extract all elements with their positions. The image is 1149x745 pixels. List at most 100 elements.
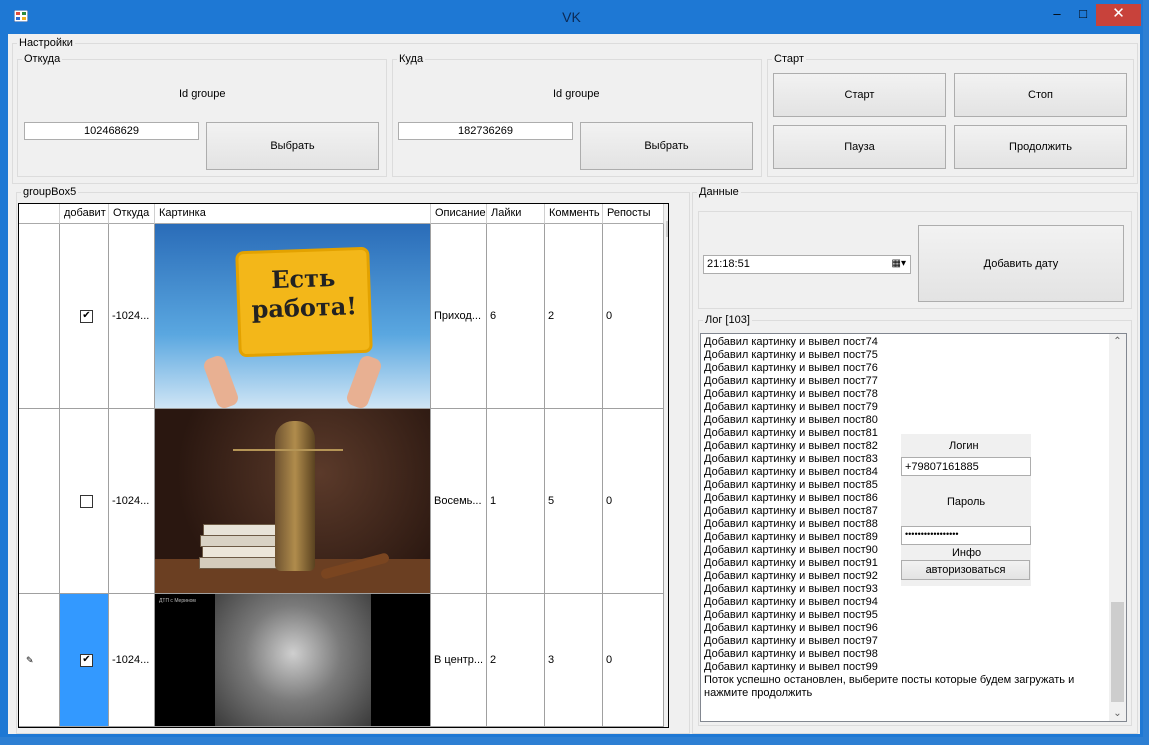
to-select-button[interactable]: Выбрать bbox=[580, 122, 753, 170]
start-title: Старт bbox=[774, 53, 804, 65]
job-sign: Есть работа! bbox=[235, 246, 373, 358]
add-date-button[interactable]: Добавить дату bbox=[918, 225, 1124, 302]
table-cell-from: -1024... bbox=[109, 409, 155, 594]
row-checkbox[interactable]: ✔ bbox=[80, 309, 93, 323]
grid-group-title: groupBox5 bbox=[23, 186, 77, 198]
log-line: Добавил картинку и вывел пост96 bbox=[704, 622, 878, 634]
log-line: Добавил картинку и вывел пост78 bbox=[704, 388, 878, 400]
edit-pencil-icon: ✎ bbox=[26, 654, 34, 665]
from-id-label: Id groupe bbox=[179, 88, 226, 100]
log-scroll-thumb[interactable] bbox=[1111, 602, 1124, 702]
image-caption: ДТП с Мерином bbox=[159, 598, 196, 604]
pause-button[interactable]: Пауза bbox=[773, 125, 946, 169]
to-id-input[interactable] bbox=[398, 122, 573, 140]
table-cell-likes: 1 bbox=[487, 409, 545, 594]
book-4 bbox=[199, 557, 283, 569]
time-value: 21:18:51 bbox=[707, 258, 750, 270]
grid-vertical-scrollbar[interactable]: ▲ ▼ bbox=[664, 204, 669, 727]
scroll-up-icon[interactable]: ▲ bbox=[664, 206, 669, 217]
table-cell-reposts: 0 bbox=[603, 594, 664, 727]
column-header-description[interactable]: Описание bbox=[431, 204, 487, 224]
hand-left bbox=[201, 353, 241, 408]
scroll-up-icon[interactable]: ⌃ bbox=[1109, 336, 1126, 347]
column-header-image[interactable]: Картинка bbox=[155, 204, 431, 224]
scroll-down-icon[interactable]: ⌄ bbox=[1109, 708, 1126, 719]
column-header-from[interactable]: Откуда bbox=[109, 204, 155, 224]
log-line: Добавил картинку и вывел пост97 bbox=[704, 635, 878, 647]
log-title: Лог [103] bbox=[705, 314, 750, 326]
row-checkbox[interactable]: ✔ bbox=[80, 653, 93, 667]
grid-scroll-thumb[interactable] bbox=[666, 221, 668, 237]
column-header-likes[interactable]: Лайки bbox=[487, 204, 545, 224]
scales-beam bbox=[233, 449, 343, 451]
log-line: нажмите продолжить bbox=[704, 687, 813, 699]
row-header[interactable] bbox=[19, 224, 60, 409]
auth-panel: Логин Пароль ••••••••••••••••• Инфо авто… bbox=[901, 434, 1031, 586]
row-checkbox[interactable] bbox=[80, 494, 93, 508]
job-sign-line1: Есть bbox=[270, 262, 336, 295]
table-cell-add[interactable] bbox=[60, 409, 109, 594]
log-line: Добавил картинку и вывел пост99 bbox=[704, 661, 878, 673]
to-title: Куда bbox=[399, 53, 424, 65]
table-cell-likes: 6 bbox=[487, 224, 545, 409]
job-sign-line2: работа! bbox=[251, 291, 358, 324]
table-cell-add[interactable]: ✔ bbox=[60, 594, 109, 727]
stop-button[interactable]: Стоп bbox=[954, 73, 1127, 117]
info-label: Инфо bbox=[952, 547, 982, 559]
post-image-job: Есть работа! bbox=[155, 224, 430, 408]
column-header-add[interactable]: добавит bbox=[60, 204, 109, 224]
post-image-crash: ДТП с Мерином bbox=[155, 594, 430, 726]
data-title: Данные bbox=[699, 186, 739, 198]
table-cell-reposts: 0 bbox=[603, 224, 664, 409]
log-line: Добавил картинку и вывел пост79 bbox=[704, 401, 878, 413]
log-line: Поток успешно остановлен, выберите посты… bbox=[704, 674, 1075, 686]
from-title: Откуда bbox=[24, 53, 61, 65]
table-cell-comments: 2 bbox=[545, 224, 603, 409]
themis-statue bbox=[275, 421, 315, 571]
authorize-button[interactable]: авторизоваться bbox=[901, 560, 1030, 580]
column-header-comments[interactable]: Комменть bbox=[545, 204, 603, 224]
minimize-button[interactable]: – bbox=[1044, 4, 1070, 26]
log-line: Добавил картинку и вывел пост75 bbox=[704, 349, 878, 361]
window-title: VK bbox=[562, 9, 581, 25]
maximize-button[interactable]: □ bbox=[1070, 4, 1096, 26]
login-input[interactable] bbox=[901, 457, 1031, 476]
log-vertical-scrollbar[interactable]: ⌃ ⌄ bbox=[1109, 334, 1126, 721]
table-cell-from: -1024... bbox=[109, 594, 155, 727]
column-header-reposts[interactable]: Репосты bbox=[603, 204, 664, 224]
time-picker[interactable]: 21:18:51 ▦▾ bbox=[703, 255, 911, 274]
row-header[interactable]: ✎ bbox=[19, 594, 60, 727]
row-header-corner bbox=[19, 204, 60, 224]
title-bar[interactable]: VK – □ ✕ bbox=[0, 0, 1143, 34]
calendar-dropdown-icon[interactable]: ▦▾ bbox=[892, 256, 906, 272]
table-cell-add[interactable]: ✔ bbox=[60, 224, 109, 409]
resume-button[interactable]: Продолжить bbox=[954, 125, 1127, 169]
table-cell-from: -1024... bbox=[109, 224, 155, 409]
log-line: Добавил картинку и вывел пост80 bbox=[704, 414, 878, 426]
log-line: Добавил картинку и вывел пост98 bbox=[704, 648, 878, 660]
crash-frame bbox=[215, 594, 371, 726]
posts-grid[interactable]: добавит Откуда Картинка Описание Лайки К… bbox=[18, 203, 669, 728]
scroll-down-icon[interactable]: ▼ bbox=[664, 714, 669, 725]
start-button[interactable]: Старт bbox=[773, 73, 946, 117]
table-cell-description: В центр... bbox=[431, 594, 487, 727]
close-button[interactable]: ✕ bbox=[1096, 4, 1141, 26]
password-input[interactable]: ••••••••••••••••• bbox=[901, 526, 1031, 545]
table-cell-image: Есть работа! bbox=[155, 224, 431, 409]
login-label: Логин bbox=[949, 440, 979, 452]
password-label: Пароль bbox=[947, 496, 986, 508]
settings-title: Настройки bbox=[19, 37, 73, 49]
from-id-input[interactable] bbox=[24, 122, 199, 140]
table-cell-comments: 3 bbox=[545, 594, 603, 727]
client-area: Настройки Откуда Id groupe Выбрать Куда … bbox=[8, 34, 1140, 734]
table-cell-reposts: 0 bbox=[603, 409, 664, 594]
row-header[interactable] bbox=[19, 409, 60, 594]
log-line: Добавил картинку и вывел пост76 bbox=[704, 362, 878, 374]
hand-right bbox=[344, 353, 384, 408]
main-window: VK – □ ✕ Настройки Откуда Id groupe Выбр… bbox=[0, 0, 1143, 737]
post-image-justice bbox=[155, 409, 430, 593]
table-cell-image: ДТП с Мерином bbox=[155, 594, 431, 727]
table-cell-image bbox=[155, 409, 431, 594]
table-cell-description: Восемь... bbox=[431, 409, 487, 594]
from-select-button[interactable]: Выбрать bbox=[206, 122, 379, 170]
